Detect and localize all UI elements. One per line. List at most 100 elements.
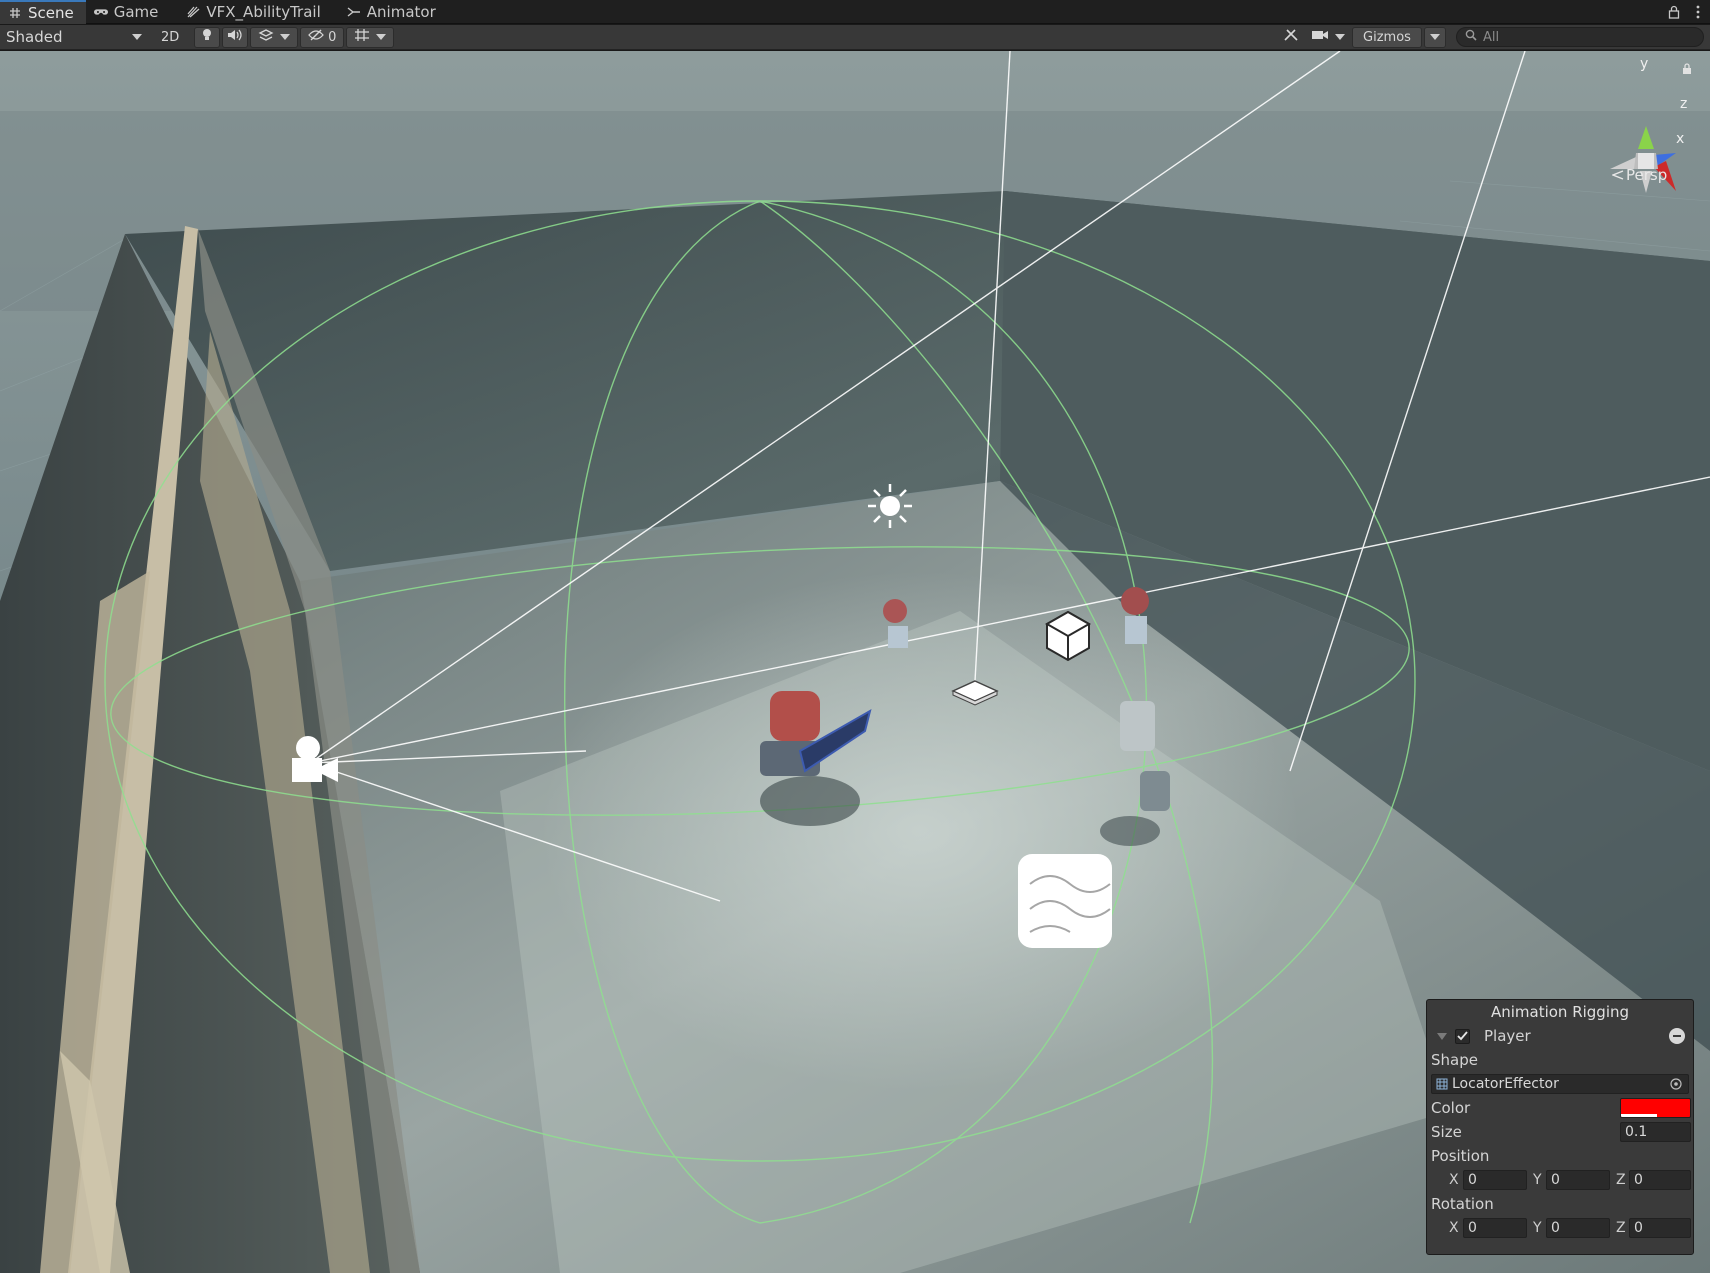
gizmo-axis-x-label: x: [1676, 131, 1685, 147]
window-tab-bar: Scene Game VFX_AbilityTrail Animator: [0, 0, 1710, 24]
chevron-down-icon: [1430, 34, 1440, 40]
tab-animator-label: Animator: [366, 3, 436, 21]
camera-icon: [1311, 29, 1329, 45]
rotation-z-value: 0: [1634, 1220, 1643, 1236]
lock-icon[interactable]: [1662, 0, 1686, 23]
shape-object-field[interactable]: LocatorEffector: [1431, 1074, 1689, 1094]
color-field[interactable]: [1620, 1098, 1691, 1118]
shape-label: Shape: [1431, 1051, 1478, 1069]
checkmark-icon: [1457, 1031, 1468, 1041]
shape-value: LocatorEffector: [1452, 1076, 1559, 1092]
search-icon: [1465, 29, 1477, 45]
projection-label: Persp: [1626, 166, 1668, 184]
position-x-input[interactable]: 0: [1463, 1170, 1527, 1190]
projection-toggle[interactable]: Persp: [1612, 166, 1667, 184]
size-input[interactable]: 0.1: [1620, 1122, 1691, 1142]
foldout-arrow-icon[interactable]: [1437, 1032, 1447, 1040]
search-placeholder: All: [1483, 29, 1500, 45]
chevron-down-icon: [132, 34, 142, 40]
tab-scene-label: Scene: [28, 4, 74, 22]
position-y-input[interactable]: 0: [1546, 1170, 1610, 1190]
gizmos-dropdown-button[interactable]: [1424, 26, 1446, 48]
lighting-toggle-button[interactable]: [194, 26, 221, 48]
remove-button[interactable]: [1669, 1028, 1685, 1044]
directional-light-icon: [868, 484, 912, 528]
object-picker-icon[interactable]: [1670, 1078, 1682, 1094]
overlay-target-row: Player: [1427, 1024, 1693, 1048]
position-fields-row: X 0 Y 0 Z 0: [1427, 1168, 1693, 1192]
shape-row: Shape: [1427, 1048, 1693, 1072]
tools-icon: [1283, 28, 1299, 46]
audio-toggle-button[interactable]: [222, 26, 249, 48]
grid-toggle-button[interactable]: [346, 26, 395, 48]
position-x-value: 0: [1468, 1172, 1477, 1188]
rotation-x-value: 0: [1468, 1220, 1477, 1236]
shading-mode-dropdown[interactable]: Shaded: [0, 27, 148, 48]
position-y-label: Y: [1533, 1172, 1542, 1188]
gizmo-axis-z-label: z: [1680, 96, 1688, 112]
position-z-label: Z: [1616, 1172, 1626, 1188]
position-label-row: Position: [1427, 1144, 1693, 1168]
speaker-icon: [227, 28, 243, 46]
rotation-x-label: X: [1449, 1220, 1459, 1236]
color-alpha-bar: [1621, 1114, 1657, 1117]
tab-vfx-ability-trail[interactable]: VFX_AbilityTrail: [170, 0, 332, 24]
rotation-z-label: Z: [1616, 1220, 1626, 1236]
rotation-y-label: Y: [1533, 1220, 1542, 1236]
shape-field-row: LocatorEffector: [1427, 1072, 1693, 1096]
effects-toggle-button[interactable]: [250, 26, 299, 48]
rotation-x-input[interactable]: 0: [1463, 1218, 1527, 1238]
tab-animator[interactable]: Animator: [333, 0, 448, 24]
animation-rigging-overlay: Animation Rigging Player Shape LocatorEf…: [1426, 999, 1694, 1255]
gizmo-axis-y-label: y: [1640, 56, 1649, 72]
hash-icon: [8, 6, 22, 20]
toggle-2d-button[interactable]: 2D: [156, 26, 185, 48]
gizmos-toggle-button[interactable]: Gizmos: [1352, 26, 1422, 48]
position-z-input[interactable]: 0: [1629, 1170, 1691, 1190]
scene-visibility-button[interactable]: 0: [300, 26, 345, 48]
overlay-title[interactable]: Animation Rigging: [1427, 1000, 1693, 1024]
light-bulb-icon: [201, 28, 213, 46]
color-label: Color: [1431, 1099, 1471, 1117]
shading-mode-value: Shaded: [6, 28, 63, 46]
scene-toolbar: Shaded 2D 0 Gizmos All: [0, 25, 1710, 50]
rotation-y-input[interactable]: 0: [1546, 1218, 1610, 1238]
position-x-label: X: [1449, 1172, 1459, 1188]
position-label: Position: [1431, 1147, 1490, 1165]
overlay-title-label: Animation Rigging: [1490, 1003, 1630, 1021]
chevron-down-icon: [280, 34, 291, 40]
vfx-icon: [186, 5, 200, 19]
perspective-icon: [1612, 170, 1624, 180]
tab-game-label: Game: [113, 3, 159, 21]
target-enabled-checkbox[interactable]: [1455, 1028, 1470, 1044]
grid-icon: [354, 28, 370, 46]
tab-vfx-label: VFX_AbilityTrail: [206, 3, 321, 21]
rotation-label-row: Rotation: [1427, 1192, 1693, 1216]
chevron-down-icon: [376, 34, 387, 40]
target-name: Player: [1484, 1027, 1531, 1045]
size-value: 0.1: [1625, 1124, 1648, 1140]
scene-search-input[interactable]: All: [1456, 27, 1704, 47]
camera-settings-button[interactable]: [1306, 26, 1350, 48]
size-row: Size 0.1: [1427, 1120, 1693, 1144]
minus-icon: [1673, 1035, 1681, 1037]
hidden-objects-count: 0: [328, 29, 337, 45]
tab-game[interactable]: Game: [86, 0, 171, 24]
scene-tools-button[interactable]: [1278, 26, 1304, 48]
rotation-fields-row: X 0 Y 0 Z 0: [1427, 1216, 1693, 1240]
gamepad-icon: [93, 5, 108, 19]
wind-zone-icon: [1018, 854, 1112, 948]
mesh-grid-icon: [1436, 1078, 1448, 1090]
gizmos-label: Gizmos: [1363, 29, 1411, 45]
chevron-down-icon: [1335, 34, 1345, 40]
color-row: Color: [1427, 1096, 1693, 1120]
rotation-z-input[interactable]: 0: [1629, 1218, 1691, 1238]
position-y-value: 0: [1551, 1172, 1560, 1188]
position-z-value: 0: [1634, 1172, 1643, 1188]
tab-scene[interactable]: Scene: [0, 0, 86, 24]
rotation-label: Rotation: [1431, 1195, 1494, 1213]
effects-layers-icon: [258, 28, 274, 46]
animator-icon: [347, 5, 361, 19]
more-options-icon[interactable]: [1686, 0, 1710, 23]
size-label: Size: [1431, 1123, 1462, 1141]
